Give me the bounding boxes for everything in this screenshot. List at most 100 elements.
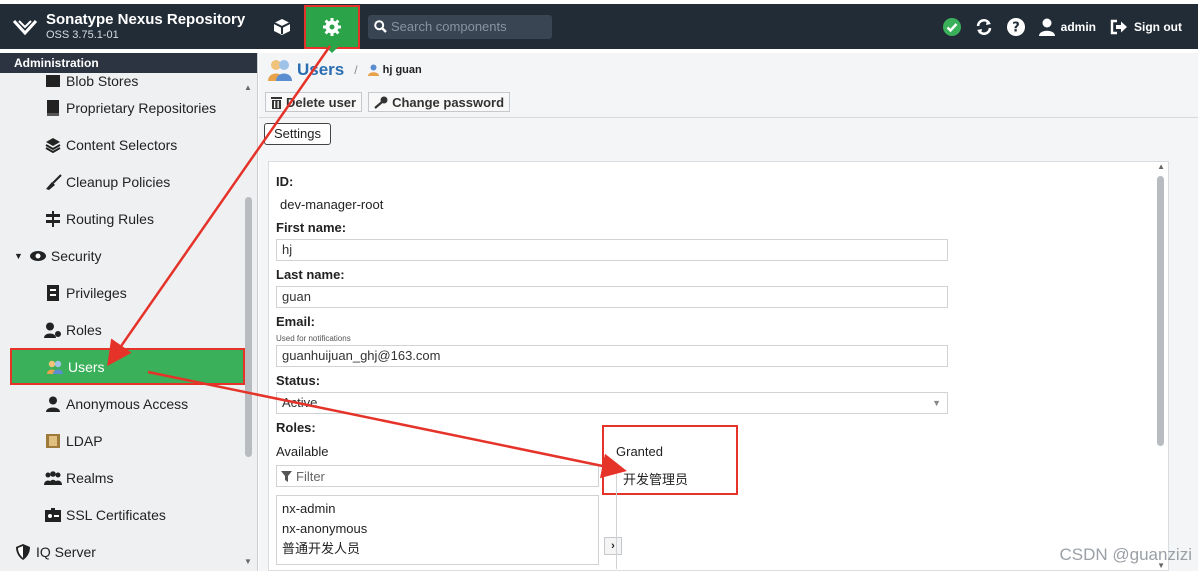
sidebar-item-anonymous-access[interactable]: Anonymous Access [0, 385, 257, 422]
sidebar-item-blob-stores[interactable]: Blob Stores [0, 73, 257, 89]
status-value: Active [282, 395, 318, 410]
key-icon [374, 96, 388, 109]
sidebar-scrollbar[interactable]: ▲ ▼ [243, 77, 253, 567]
user-icon [1038, 18, 1055, 36]
sidebar-item-label: Realms [66, 469, 114, 486]
layers-icon [44, 137, 62, 153]
signout-button[interactable]: Sign out [1110, 19, 1182, 35]
user-name: admin [1060, 19, 1096, 34]
users-icon [268, 60, 292, 81]
sidebar-item-users[interactable]: Users [10, 348, 245, 385]
sidebar-scroll-thumb[interactable] [245, 197, 252, 457]
breadcrumb-users-link[interactable]: Users [297, 60, 344, 80]
database-icon [44, 73, 62, 89]
list-item[interactable]: nx-admin [282, 499, 593, 519]
caret-down-icon: ▼ [14, 250, 23, 261]
sidebar-item-roles[interactable]: Roles [0, 311, 257, 348]
sidebar-group-security[interactable]: ▼ Security [0, 237, 257, 274]
delete-user-button[interactable]: Delete user [265, 92, 363, 112]
user-icon [44, 396, 62, 412]
change-password-label: Change password [392, 94, 505, 110]
search-input[interactable] [391, 19, 541, 34]
user-form: ID: dev-manager-root First name: hj Last… [276, 171, 956, 569]
list-item[interactable]: nx-anonymous [282, 519, 593, 539]
tab-bar: Settings [259, 117, 1198, 149]
sidebar-item-proprietary-repositories[interactable]: Proprietary Repositories [0, 89, 257, 126]
search-box[interactable] [368, 14, 552, 39]
list-item[interactable]: 开发管理员 [623, 469, 950, 488]
admin-mode-button[interactable] [304, 4, 360, 53]
signout-label: Sign out [1134, 19, 1182, 34]
breadcrumb-separator: / [354, 63, 358, 77]
available-roles-list[interactable]: nx-admin nx-anonymous 普通开发人员 [276, 495, 599, 565]
admin-sidebar: Administration Blob Stores Proprietary R… [0, 53, 258, 571]
sidebar-item-ldap[interactable]: LDAP [0, 422, 257, 459]
gear-icon [323, 17, 341, 36]
email-label: Email: [276, 314, 316, 329]
nexus-logo-icon [12, 19, 38, 35]
user-menu[interactable]: admin [1038, 18, 1096, 36]
status-label: Status: [276, 373, 321, 388]
sidebar-item-label: Anonymous Access [66, 395, 189, 412]
user-icon [367, 64, 379, 76]
help-icon[interactable]: ? [1006, 17, 1025, 36]
first-name-field[interactable]: hj [276, 239, 948, 261]
sidebar-item-label: Content Selectors [66, 136, 178, 153]
sidebar-item-realms[interactable]: Realms [0, 459, 257, 496]
filter-placeholder: Filter [296, 468, 325, 484]
list-item[interactable]: 普通开发人员 [282, 539, 593, 559]
eye-icon [29, 248, 47, 264]
broom-icon [44, 173, 62, 190]
sidebar-item-cleanup-policies[interactable]: Cleanup Policies [0, 163, 257, 200]
sidebar-item-ssl-certificates[interactable]: SSL Certificates [0, 496, 257, 533]
panel-scrollbar[interactable]: ▲ ▼ [1152, 162, 1168, 571]
sidebar-item-label: Privileges [66, 284, 127, 301]
sidebar-item-label: LDAP [66, 432, 103, 449]
shield-icon [14, 543, 32, 560]
browse-mode-button[interactable] [262, 7, 302, 47]
sidebar-item-content-selectors[interactable]: Content Selectors [0, 126, 257, 163]
main-content: Users / hj guan Delete user Change passw… [259, 53, 1198, 571]
top-header: Sonatype Nexus Repository OSS 3.75.1-01 [0, 0, 1198, 53]
status-select[interactable]: Active ▼ [276, 392, 948, 414]
roles-selector: Available Filter nx-admin nx-anonymous 普… [276, 425, 956, 569]
sidebar-item-label: Routing Rules [66, 210, 154, 227]
change-password-button[interactable]: Change password [368, 92, 511, 112]
last-name-field[interactable]: guan [276, 286, 948, 308]
scroll-down-icon[interactable]: ▼ [243, 557, 253, 567]
user-gear-icon [44, 322, 62, 338]
roles-filter-input[interactable]: Filter [276, 465, 599, 487]
brand-version: OSS 3.75.1-01 [46, 28, 119, 41]
scroll-up-icon[interactable]: ▲ [1157, 162, 1165, 171]
panel-scroll-thumb[interactable] [1157, 176, 1164, 446]
toolbar: Delete user Change password [259, 87, 1198, 117]
status-ok-icon[interactable] [942, 17, 961, 36]
granted-roles-list[interactable]: 开发管理员 [616, 465, 956, 569]
tab-settings[interactable]: Settings [264, 122, 331, 145]
first-name-label: First name: [276, 220, 347, 235]
brand-title: Sonatype Nexus Repository [46, 11, 246, 29]
breadcrumb: Users / hj guan [259, 53, 1198, 87]
users-icon [46, 359, 64, 375]
book-icon [44, 433, 62, 449]
sidebar-list: Blob Stores Proprietary Repositories Con… [0, 73, 257, 570]
brand[interactable]: Sonatype Nexus Repository OSS 3.75.1-01 [0, 12, 258, 42]
scroll-up-icon[interactable]: ▲ [243, 83, 253, 93]
watermark: CSDN @guanzizi [1059, 545, 1192, 564]
certificate-icon [44, 507, 62, 523]
sidebar-item-label: SSL Certificates [66, 506, 166, 523]
refresh-icon[interactable] [975, 18, 993, 36]
available-roles-header: Available [276, 444, 329, 459]
email-help-text: Used for notifications [276, 334, 351, 343]
trash-icon [271, 96, 282, 109]
sidebar-item-routing-rules[interactable]: Routing Rules [0, 200, 257, 237]
sidebar-item-label: Blob Stores [66, 73, 139, 89]
id-label: ID: [276, 174, 294, 189]
chevron-down-icon[interactable]: ▼ [932, 393, 941, 413]
sidebar-item-label: Users [68, 358, 105, 375]
email-field[interactable]: guanhuijuan_ghj@163.com [276, 345, 948, 367]
svg-text:?: ? [1012, 20, 1020, 35]
signpost-icon [44, 210, 62, 227]
sidebar-item-privileges[interactable]: Privileges [0, 274, 257, 311]
sidebar-group-iq-server[interactable]: IQ Server [0, 533, 257, 570]
